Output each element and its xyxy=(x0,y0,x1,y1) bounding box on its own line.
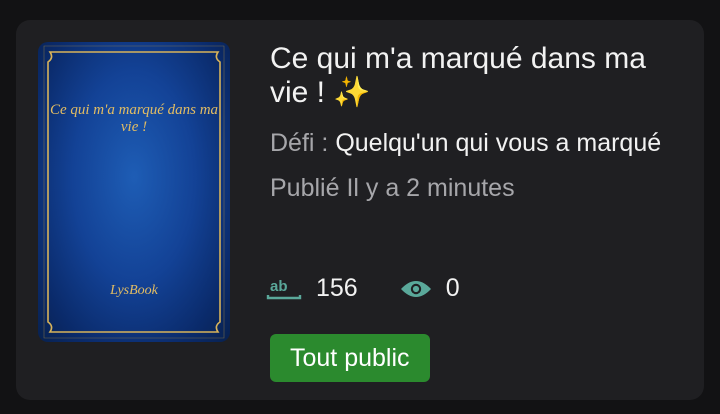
cover-author: LysBook xyxy=(110,283,158,298)
view-count: 0 xyxy=(400,274,460,303)
word-count-value: 156 xyxy=(316,274,358,302)
view-count-value: 0 xyxy=(445,274,460,302)
cover-title: Ce qui m'a marqué dans ma vie ! xyxy=(49,102,219,135)
svg-text:ab: ab xyxy=(270,278,288,295)
story-stats: ab 156 0 xyxy=(266,274,460,303)
story-info: Ce qui m'a marqué dans ma vie ! ✨ Défi :… xyxy=(270,42,690,204)
word-count: ab 156 xyxy=(266,274,358,303)
published-time: Publié Il y a 2 minutes xyxy=(270,174,515,202)
book-cover[interactable]: Ce qui m'a marqué dans ma vie ! LysBook xyxy=(38,42,230,342)
challenge-label: Défi : xyxy=(270,129,329,157)
word-count-icon: ab xyxy=(266,278,302,299)
rating-badge: Tout public xyxy=(270,334,430,382)
story-card[interactable]: Ce qui m'a marqué dans ma vie ! LysBook … xyxy=(16,20,704,400)
challenge-value[interactable]: Quelqu'un qui vous a marqué xyxy=(335,129,661,157)
story-title[interactable]: Ce qui m'a marqué dans ma vie ! ✨ xyxy=(270,42,690,110)
eye-icon xyxy=(400,280,431,297)
challenge-line: Défi : Quelqu'un qui vous a marqué xyxy=(270,126,690,160)
